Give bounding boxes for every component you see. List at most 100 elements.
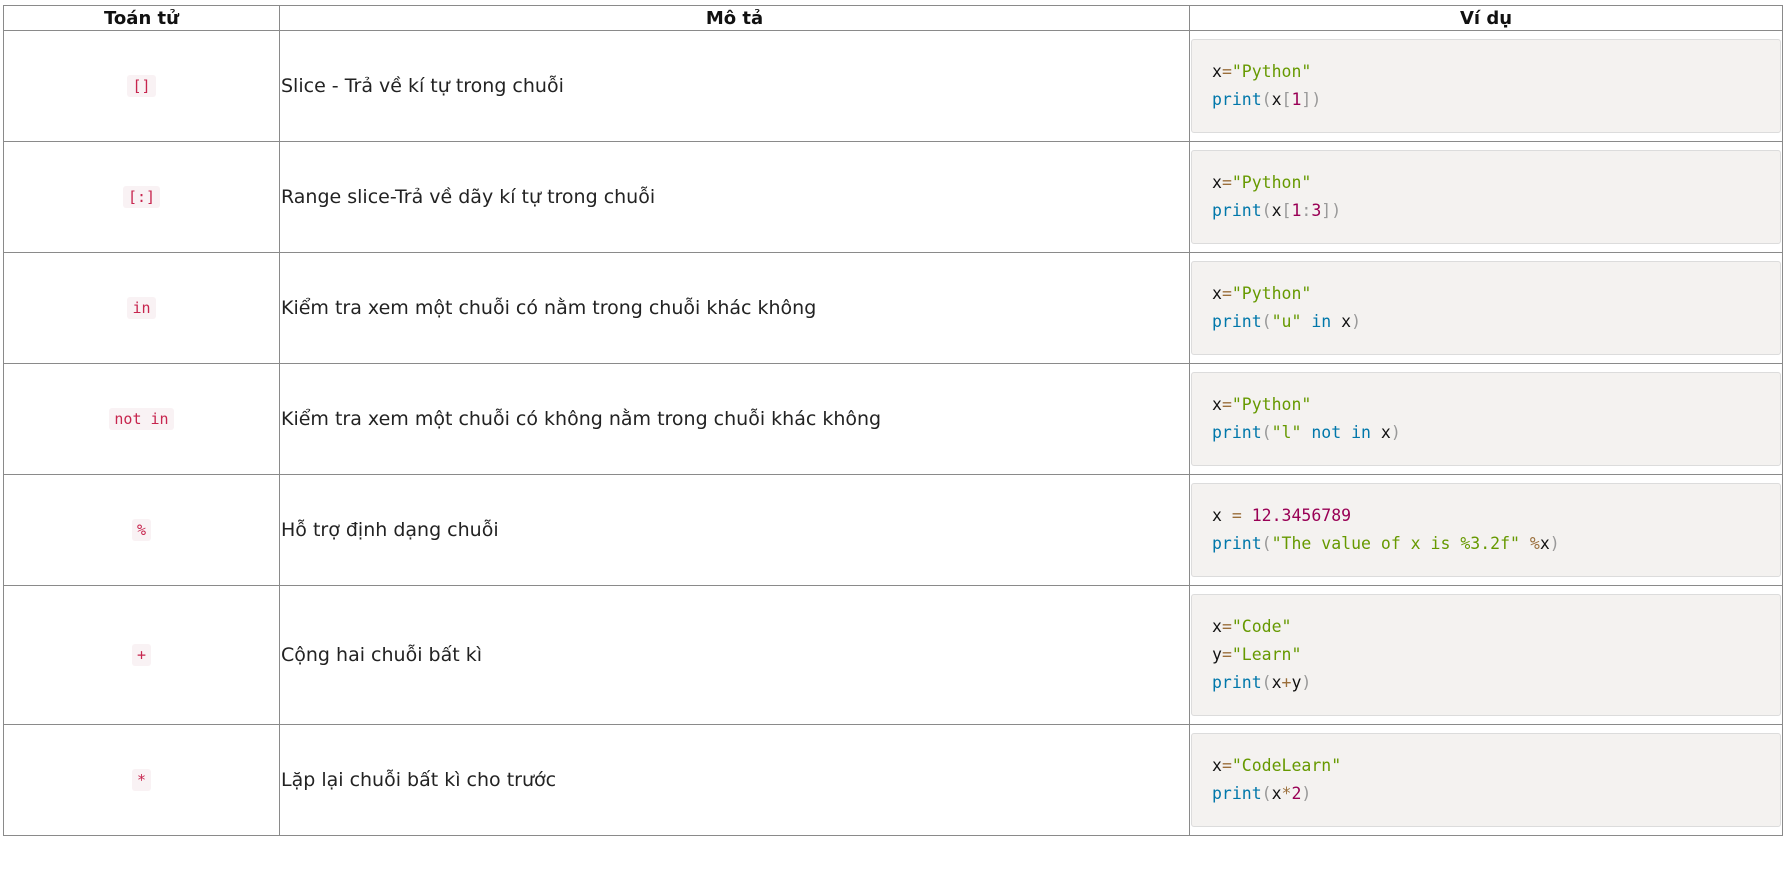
code-token: in <box>1311 312 1332 331</box>
code-token: x <box>1212 173 1222 192</box>
code-token: + <box>1281 673 1292 692</box>
code-token: ) <box>1301 673 1312 692</box>
header-row: Toán tử Mô tả Ví dụ <box>3 5 1783 31</box>
header-example: Ví dụ <box>1189 5 1783 31</box>
code-token: * <box>1281 784 1292 803</box>
code-token: y <box>1291 673 1302 692</box>
code-token: x <box>1271 784 1282 803</box>
code-line: x="CodeLearn" <box>1212 752 1760 780</box>
code-token: ( <box>1261 201 1272 220</box>
code-token: x <box>1271 90 1282 109</box>
code-line: print(x+y) <box>1212 669 1760 697</box>
table-row: * Lặp lại chuỗi bất kì cho trước x="CodeLe… <box>3 724 1783 836</box>
code-token: "Python" <box>1231 284 1312 303</box>
code-line: x="Code" <box>1212 613 1760 641</box>
code-token: ) <box>1351 312 1362 331</box>
code-block: x="Python" print(x[1]) <box>1191 39 1781 133</box>
code-block: x="Python" print(x[1:3]) <box>1191 150 1781 244</box>
code-token: 1 <box>1291 201 1302 220</box>
example-cell: x="Python" print(x[1]) <box>1189 30 1783 142</box>
code-line: print("u" in x) <box>1212 308 1760 336</box>
code-token: print <box>1212 784 1262 803</box>
code-token: print <box>1212 312 1262 331</box>
operator-cell: * <box>3 724 280 836</box>
code-block: x = 12.3456789 print("The value of x is %… <box>1191 483 1781 577</box>
code-token: 1 <box>1291 90 1302 109</box>
code-token: "u" <box>1271 312 1302 331</box>
header-description: Mô tả <box>279 5 1190 31</box>
code-token: "Python" <box>1231 395 1312 414</box>
example-cell: x="Python" print(x[1:3]) <box>1189 141 1783 253</box>
code-line: x="Python" <box>1212 391 1760 419</box>
code-token: ( <box>1261 312 1272 331</box>
code-token: ) <box>1390 423 1401 442</box>
code-token: : <box>1301 201 1312 220</box>
code-token: = <box>1221 645 1232 664</box>
description-cell: Hỗ trợ định dạng chuỗi <box>279 474 1190 586</box>
operator-code: in <box>127 297 156 319</box>
code-token: x <box>1271 201 1282 220</box>
operator-code: not in <box>109 408 174 430</box>
code-token: = <box>1221 173 1232 192</box>
table-row: + Cộng hai chuỗi bất kì x="Code" y="Learn" p… <box>3 585 1783 725</box>
operator-cell: % <box>3 474 280 586</box>
operator-code: + <box>131 644 152 666</box>
code-token: ]) <box>1321 201 1342 220</box>
code-token: "l" <box>1271 423 1302 442</box>
code-token: x <box>1271 673 1282 692</box>
code-line: print("l" not in x) <box>1212 419 1760 447</box>
code-token: = <box>1221 62 1232 81</box>
code-token: print <box>1212 90 1262 109</box>
code-token: [ <box>1281 90 1292 109</box>
code-token: = <box>1221 284 1232 303</box>
example-cell: x="Python" print("l" not in x) <box>1189 363 1783 475</box>
code-token: x <box>1539 534 1550 553</box>
code-token: ) <box>1301 784 1312 803</box>
code-line: print(x*2) <box>1212 780 1760 808</box>
example-cell: x="Python" print("u" in x) <box>1189 252 1783 364</box>
operator-cell: in <box>3 252 280 364</box>
operator-cell: [:] <box>3 141 280 253</box>
code-line: y="Learn" <box>1212 641 1760 669</box>
code-token: "Code" <box>1231 617 1292 636</box>
code-token: x <box>1212 395 1222 414</box>
code-token: "CodeLearn" <box>1231 756 1342 775</box>
table-row: [:] Range slice-Trả về dãy kí tự trong ch… <box>3 141 1783 253</box>
table-row: not in Kiểm tra xem một chuỗi có không nằ… <box>3 363 1783 475</box>
code-block: x="Python" print("u" in x) <box>1191 261 1781 355</box>
operators-table: Toán tử Mô tả Ví dụ [] Slice - Trả về kí … <box>3 5 1783 836</box>
code-block: x="Python" print("l" not in x) <box>1191 372 1781 466</box>
code-token: 12.3456789 <box>1251 506 1352 525</box>
code-token: in <box>1351 423 1371 442</box>
code-line: x="Python" <box>1212 169 1760 197</box>
operator-code: [:] <box>122 186 161 208</box>
code-line: print("The value of x is %3.2f" %x) <box>1212 530 1760 558</box>
code-block: x="Code" y="Learn" print(x+y) <box>1191 594 1781 716</box>
code-line: print(x[1:3]) <box>1212 197 1760 225</box>
code-token: ]) <box>1301 90 1322 109</box>
code-token: ( <box>1261 784 1272 803</box>
code-token: "The value of x is %3.2f" <box>1271 534 1520 553</box>
code-line: x="Python" <box>1212 58 1760 86</box>
code-token: x <box>1212 284 1222 303</box>
code-token: = <box>1221 395 1232 414</box>
code-token: [ <box>1281 201 1292 220</box>
code-token: not <box>1311 423 1342 442</box>
code-token: = <box>1221 756 1232 775</box>
code-line: x = 12.3456789 <box>1212 502 1760 530</box>
example-cell: x = 12.3456789 print("The value of x is %… <box>1189 474 1783 586</box>
header-operator: Toán tử <box>3 5 280 31</box>
code-token: 3 <box>1311 201 1322 220</box>
description-cell: Kiểm tra xem một chuỗi có nằm trong chuỗ… <box>279 252 1190 364</box>
code-token: ( <box>1261 90 1272 109</box>
code-token: ( <box>1261 534 1272 553</box>
code-token: x <box>1331 312 1352 331</box>
operator-code: * <box>131 769 152 791</box>
code-token: x <box>1212 756 1222 775</box>
code-token: = <box>1231 506 1242 525</box>
